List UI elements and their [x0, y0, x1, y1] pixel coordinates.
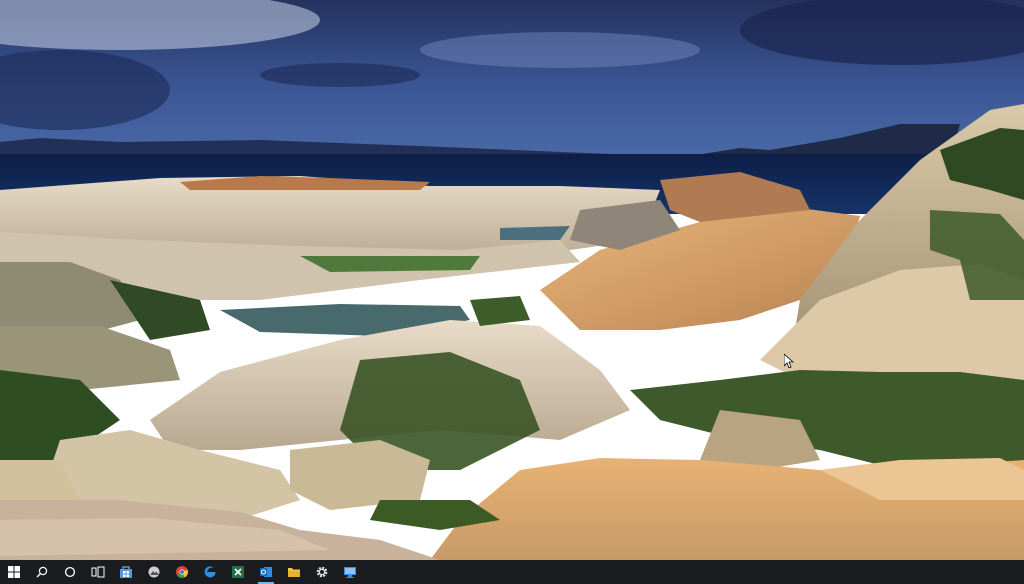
taskbar-app-photos[interactable] [140, 560, 168, 584]
search-icon [36, 566, 48, 578]
settings-icon [316, 566, 328, 578]
mouse-cursor-icon [784, 354, 794, 368]
search-button[interactable] [28, 560, 56, 584]
taskbar-app-outlook[interactable] [252, 560, 280, 584]
taskbar-app-remote-desktop[interactable] [336, 560, 364, 584]
edge-icon [204, 566, 216, 578]
outlook-icon [260, 567, 272, 577]
store-icon [120, 566, 132, 578]
photos-icon [148, 566, 160, 578]
cortana-icon [64, 566, 76, 578]
taskbar-app-store[interactable] [112, 560, 140, 584]
windows-start-icon [8, 566, 20, 578]
taskbar-app-file-explorer[interactable] [280, 560, 308, 584]
remote-desktop-icon [344, 567, 356, 578]
wallpaper-image [0, 0, 1024, 560]
desktop-wallpaper [0, 0, 1024, 560]
start-button[interactable] [0, 560, 28, 584]
chrome-icon [176, 566, 188, 578]
excel-icon [232, 566, 244, 578]
task-view-button[interactable] [84, 560, 112, 584]
cortana-button[interactable] [56, 560, 84, 584]
taskbar-app-excel[interactable] [224, 560, 252, 584]
taskbar-app-edge[interactable] [196, 560, 224, 584]
file-explorer-icon [288, 568, 300, 577]
taskbar-app-chrome[interactable] [168, 560, 196, 584]
task-view-icon [91, 566, 105, 578]
taskbar-app-settings[interactable] [308, 560, 336, 584]
taskbar [0, 560, 1024, 584]
